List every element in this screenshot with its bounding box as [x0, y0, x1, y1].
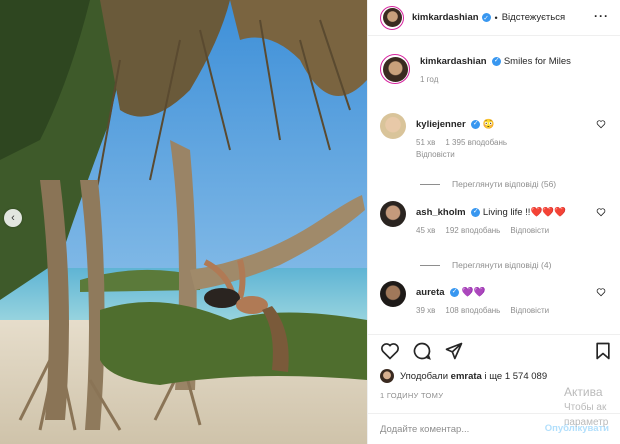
bookmark-icon[interactable]: [593, 341, 613, 361]
chevron-left-icon[interactable]: ‹: [4, 209, 22, 227]
caption-avatar[interactable]: [380, 54, 410, 84]
reply-button[interactable]: Відповісти: [416, 150, 455, 159]
view-replies-button[interactable]: Переглянути відповіді (56): [420, 179, 556, 189]
avatar[interactable]: [380, 5, 404, 30]
view-replies-button[interactable]: Переглянути відповіді (4): [420, 260, 551, 270]
like-heart-icon[interactable]: [380, 341, 400, 361]
comment-text: Living life !!❤️❤️❤️: [482, 207, 566, 218]
caption-username[interactable]: kimkardashian: [420, 56, 487, 67]
heart-icon[interactable]: [596, 119, 606, 129]
activation-watermark: Актива Чтобы ак параметр: [564, 385, 608, 430]
likes-prefix: Уподобали: [400, 370, 449, 382]
view-replies-label: Переглянути відповіді (4): [452, 260, 552, 270]
comment-text: 💜💜: [461, 287, 486, 298]
watermark-line: Актива: [564, 385, 603, 399]
likes-user[interactable]: emrata: [451, 371, 482, 382]
post-sidebar: kimkardashian ✓ • Відстежується ··· kimk…: [367, 0, 620, 444]
comment-icon[interactable]: [412, 341, 432, 361]
share-icon[interactable]: [444, 341, 464, 361]
verified-badge-icon: ✓: [492, 56, 502, 66]
separator-dot: •: [494, 12, 498, 23]
watermark-line: Чтобы ак: [564, 402, 607, 413]
comment-item: ash_kholm ✓ Living life !!❤️❤️❤️ 45 хв 1…: [380, 201, 610, 235]
reply-button[interactable]: Відповісти: [510, 306, 549, 315]
comment-item: kyliejenner ✓ 😳 51 хв 1 395 вподобань Ві…: [380, 113, 610, 159]
verified-badge-icon: ✓: [471, 119, 481, 129]
likes-count[interactable]: і ще 1 574 089: [484, 371, 547, 382]
avatar[interactable]: [380, 281, 406, 307]
post-timestamp: 1 ГОДИНУ ТОМУ: [380, 391, 444, 400]
follow-status-button[interactable]: Відстежується: [502, 12, 565, 23]
verified-badge-icon: ✓: [481, 13, 491, 22]
username[interactable]: kimkardashian: [412, 12, 479, 23]
likes-summary: Уподобали emrata і ще 1 574 089: [380, 369, 547, 383]
beach-photo: [0, 0, 367, 444]
comment-likes[interactable]: 108 вподобань: [445, 306, 500, 315]
avatar[interactable]: [380, 113, 406, 139]
comment-username[interactable]: ash_kholm: [416, 207, 466, 218]
watermark-line: параметр: [564, 417, 609, 428]
post-actions: Уподобали emrata і ще 1 574 089 1 ГОДИНУ…: [368, 334, 620, 444]
reply-button[interactable]: Відповісти: [510, 226, 549, 235]
heart-icon[interactable]: [596, 287, 606, 297]
caption-time: 1 год: [420, 75, 439, 84]
divider: [420, 183, 440, 185]
divider: [420, 264, 440, 266]
post-caption: kimkardashian ✓ Smiles for Miles 1 год: [380, 54, 610, 86]
comment-username[interactable]: aureta: [416, 287, 445, 298]
comment-text: 😳: [482, 119, 495, 130]
comment-username[interactable]: kyliejenner: [416, 119, 466, 130]
comment-likes[interactable]: 1 395 вподобань: [445, 138, 507, 147]
avatar[interactable]: [380, 201, 406, 227]
post-header: kimkardashian ✓ • Відстежується ···: [368, 0, 620, 36]
comment-item: aureta ✓ 💜💜 39 хв 108 вподобань Відповіс…: [380, 281, 610, 315]
verified-badge-icon: ✓: [450, 287, 460, 297]
post-photo[interactable]: ‹: [0, 0, 367, 444]
caption-text: Smiles for Miles: [503, 56, 571, 67]
verified-badge-icon: ✓: [471, 207, 481, 217]
avatar[interactable]: [380, 369, 394, 383]
comment-time: 51 хв: [416, 138, 436, 147]
heart-icon[interactable]: [596, 207, 606, 217]
comment-likes[interactable]: 192 вподобань: [445, 226, 500, 235]
comment-time: 45 хв: [416, 226, 436, 235]
comment-placeholder: Додайте коментар...: [380, 424, 470, 435]
more-options-icon[interactable]: ···: [594, 9, 609, 23]
view-replies-label: Переглянути відповіді (56): [452, 179, 557, 189]
comment-time: 39 хв: [416, 306, 436, 315]
